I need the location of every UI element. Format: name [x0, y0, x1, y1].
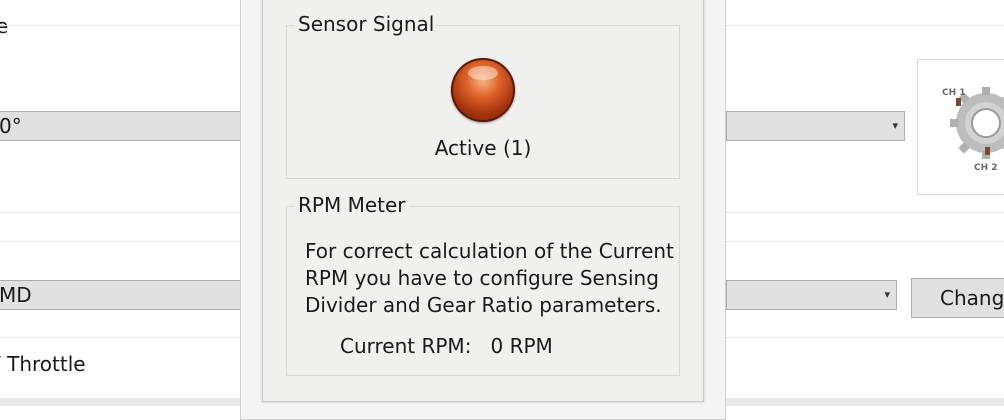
rpm-description-line: Divider and Gear Ratio parameters. [305, 293, 662, 317]
ch1-label: CH 1 [942, 88, 966, 98]
change-button[interactable]: Chang [911, 278, 1004, 318]
chevron-down-icon[interactable]: ▾ [892, 112, 898, 140]
sensor-diagram: CH 1 CH 2 [917, 59, 1004, 195]
signal-led-indicator [451, 58, 515, 122]
sensor-wheel-icon: CH 1 CH 2 [942, 87, 1004, 173]
mode-combo-right[interactable]: ▾ [726, 280, 897, 310]
current-rpm-label: Current RPM: [340, 334, 472, 358]
ch2-label: CH 2 [974, 163, 998, 173]
chevron-down-icon[interactable]: ▾ [884, 281, 890, 309]
current-rpm-row: Current RPM: 0 RPM [340, 333, 553, 359]
rpm-description: For correct calculation of the Current R… [305, 238, 675, 319]
current-rpm-value: 0 RPM [490, 334, 553, 358]
bg-label-throttle: / Throttle [0, 352, 86, 376]
mode-combo-left[interactable]: MD [0, 280, 248, 310]
rpm-description-line: RPM you have to configure Sensing [305, 266, 659, 290]
combo-value: MD [0, 283, 32, 307]
bg-label-top: e [0, 14, 9, 38]
angle-combo-left[interactable]: 0° [0, 111, 248, 141]
angle-combo-right[interactable]: ▾ [726, 111, 905, 141]
signal-status: Active (1) [434, 136, 532, 160]
combo-value: 0° [0, 114, 22, 138]
rpm-meter-title: RPM Meter [295, 193, 409, 217]
rpm-description-line: For correct calculation of the Current [305, 239, 674, 263]
sensor-signal-title: Sensor Signal [295, 12, 438, 36]
